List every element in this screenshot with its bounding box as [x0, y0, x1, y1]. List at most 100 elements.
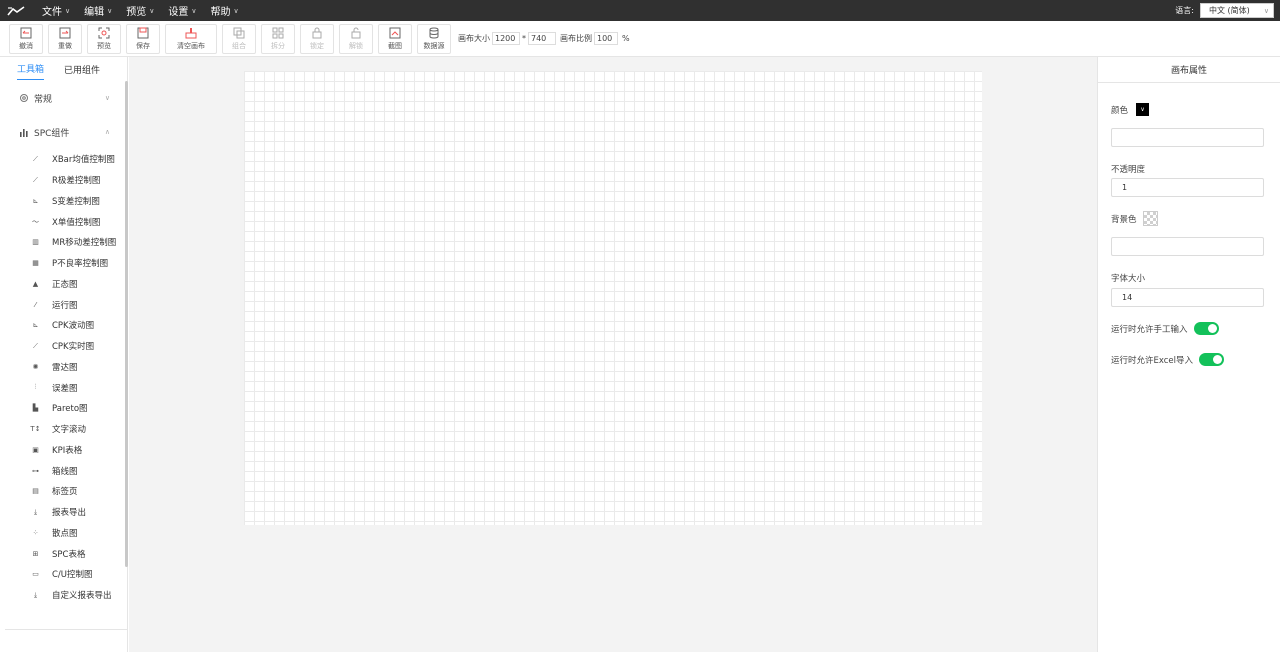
bar-chart-icon [20, 129, 28, 137]
datasource-button[interactable]: 数据源 [417, 23, 451, 54]
list-item-text-scroll[interactable]: T↕ 文字滚动 [0, 419, 127, 440]
tab-toolbox[interactable]: 工具箱 [17, 62, 45, 80]
boxplot-icon: ⊶ [32, 466, 39, 475]
section-general[interactable]: 常规 ∨ [0, 81, 127, 115]
redo-label: 重做 [58, 41, 72, 50]
lock-icon [312, 27, 322, 38]
list-item-label: CPK实时图 [52, 342, 95, 353]
tab-used-components[interactable]: 已用组件 [64, 63, 100, 80]
list-item-radar[interactable]: ✺ 雷达图 [0, 357, 127, 378]
screenshot-label: 截图 [388, 41, 402, 50]
bgcolor-input[interactable] [1111, 237, 1264, 256]
unlock-label: 解锁 [349, 41, 363, 50]
chevron-up-icon: ∧ [104, 128, 110, 136]
list-item-label: 正态图 [52, 279, 78, 290]
list-item-label: C/U控制图 [52, 570, 93, 581]
save-button[interactable]: 保存 [126, 23, 160, 54]
list-item-cu[interactable]: ▭ C/U控制图 [0, 564, 127, 585]
menu-settings[interactable]: 设置 ∨ [168, 3, 196, 19]
language-label: 语言: [1175, 6, 1194, 15]
list-item-s[interactable]: ⊾ S变差控制图 [0, 191, 127, 212]
list-item-run[interactable]: ⁄ 运行图 [0, 294, 127, 315]
menu-file[interactable]: 文件 ∨ [42, 3, 70, 19]
design-canvas[interactable] [244, 71, 982, 525]
list-item-normal[interactable]: ▲ 正态图 [0, 274, 127, 295]
list-item-label: Pareto图 [52, 404, 88, 415]
menu-file-label: 文件 [42, 7, 62, 18]
list-item-x[interactable]: 〜 X单值控制图 [0, 211, 127, 232]
allow-manual-toggle[interactable] [1193, 322, 1219, 335]
save-icon [137, 27, 149, 38]
group-label: 组合 [232, 41, 246, 50]
list-item-error[interactable]: ⫶ 误差图 [0, 377, 127, 398]
list-item-pareto[interactable]: ▙ Pareto图 [0, 398, 127, 419]
chevron-down-icon: ∨ [149, 6, 155, 15]
menu-help-label: 帮助 [210, 7, 231, 18]
tabs-icon: ▤ [32, 487, 39, 496]
menu-preview[interactable]: 预览 ∨ [126, 3, 155, 19]
redo-icon [59, 27, 71, 38]
times-sign: * [522, 34, 526, 43]
list-item-scatter[interactable]: ⁘ 散点图 [0, 523, 127, 544]
error-chart-icon: ⫶ [34, 383, 37, 392]
kpi-icon: ▣ [32, 445, 39, 454]
list-item-label: R极差控制图 [52, 176, 101, 187]
menu-preview-label: 预览 [126, 7, 147, 18]
chevron-down-icon: ∨ [1263, 6, 1269, 15]
canvas-width-input[interactable]: 1200 [492, 32, 520, 45]
color-picker[interactable]: ∨ [1136, 103, 1150, 116]
list-item-kpi[interactable]: ▣ KPI表格 [0, 440, 127, 461]
list-item-label: MR移动差控制图 [52, 238, 117, 249]
list-item-p[interactable]: ▦ P不良率控制图 [0, 253, 127, 274]
panel-title: 画布属性 [1098, 57, 1280, 83]
menu-bar: 文件 ∨ 编辑 ∨ 预览 ∨ 设置 ∨ 帮助 ∨ 语言: 中文 (简体) ∨ [0, 0, 1280, 21]
list-item-spc-table[interactable]: ⊞ SPC表格 [0, 543, 127, 564]
work-area [129, 57, 1097, 652]
group-button[interactable]: 组合 [222, 23, 256, 54]
section-spc[interactable]: SPC组件 ∧ [0, 115, 127, 149]
screenshot-button[interactable]: 截图 [378, 23, 412, 54]
allow-excel-label: 运行时允许Excel导入 [1111, 355, 1194, 366]
menu-help[interactable]: 帮助 ∨ [210, 3, 239, 19]
redo-button[interactable]: 重做 [48, 23, 82, 54]
unlock-button[interactable]: 解锁 [339, 23, 373, 54]
list-item-boxplot[interactable]: ⊶ 箱线图 [0, 460, 127, 481]
scatter-icon: ⁘ [32, 528, 39, 537]
opacity-input[interactable]: 1 [1111, 178, 1264, 197]
list-item-custom-export[interactable]: ⤓ 自定义报表导出 [0, 585, 127, 606]
fontsize-input[interactable]: 14 [1111, 288, 1264, 307]
menu-edit-label: 编辑 [84, 7, 105, 18]
list-item-r[interactable]: ⟋ R极差控制图 [0, 170, 127, 191]
lock-button[interactable]: 锁定 [300, 23, 334, 54]
histogram-icon: ▲ [32, 279, 39, 288]
list-item-cpk-wave[interactable]: ⊾ CPK波动图 [0, 315, 127, 336]
canvas-height-input[interactable]: 740 [528, 32, 556, 45]
list-item-report-export[interactable]: ⤓ 报表导出 [0, 502, 127, 523]
list-item-label: KPI表格 [52, 445, 83, 456]
canvas-ratio-input[interactable]: 100 [594, 32, 618, 45]
chevron-down-icon: ∨ [104, 94, 110, 102]
undo-button[interactable]: 撤消 [9, 23, 43, 54]
clear-canvas-button[interactable]: 清空画布 [165, 23, 217, 54]
menu-edit[interactable]: 编辑 ∨ [84, 3, 112, 19]
left-scrollbar[interactable] [125, 81, 128, 567]
divider [5, 629, 128, 630]
language-select[interactable]: 中文 (简体) ∨ [1200, 3, 1274, 18]
preview-label: 预览 [97, 41, 111, 50]
list-item-label: X单值控制图 [52, 217, 101, 228]
list-item-label: 误差图 [52, 383, 78, 394]
list-item-xbar[interactable]: ⟋ XBar均值控制图 [0, 149, 127, 170]
clear-canvas-label: 清空画布 [177, 41, 205, 50]
preview-button[interactable]: 预览 [87, 23, 121, 54]
ungroup-button[interactable]: 拆分 [261, 23, 295, 54]
bgcolor-picker[interactable] [1142, 211, 1158, 226]
allow-excel-toggle[interactable] [1199, 353, 1225, 366]
left-panel: 工具箱 已用组件 常规 ∨ SPC组件 ∧ ⟋ XBar均值控制图 ⟋ R极差控制图… [0, 57, 128, 652]
list-item-mr[interactable]: ▥ MR移动差控制图 [0, 232, 127, 253]
percent-sign: % [622, 34, 630, 43]
group-icon [233, 27, 245, 38]
list-item-tabs[interactable]: ▤ 标签页 [0, 481, 127, 502]
list-item-cpk-realtime[interactable]: ⟋ CPK实时图 [0, 336, 127, 357]
cu-chart-icon: ▭ [32, 570, 39, 579]
color-input[interactable] [1111, 128, 1264, 147]
